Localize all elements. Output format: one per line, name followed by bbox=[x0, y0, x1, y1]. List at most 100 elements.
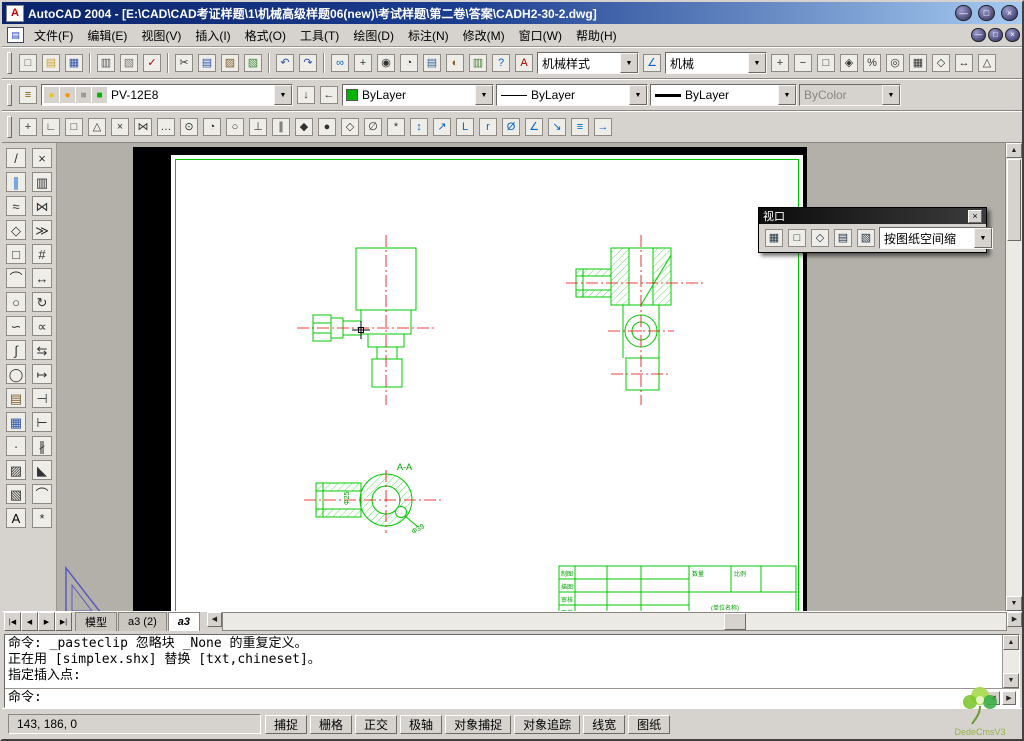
copy-object-button[interactable]: ▥ bbox=[30, 170, 54, 194]
chevron-down-icon[interactable]: ▼ bbox=[475, 85, 493, 105]
snap-apparent-intersection-button[interactable]: ⋈ bbox=[132, 116, 154, 138]
extend-button[interactable]: ⊢ bbox=[30, 410, 54, 434]
chamfer-button[interactable]: ◣ bbox=[30, 458, 54, 482]
rectangle-button[interactable]: □ bbox=[4, 242, 28, 266]
snap-quadrant-button[interactable]: ◔ bbox=[201, 116, 223, 138]
chevron-down-icon[interactable]: ▼ bbox=[778, 85, 796, 105]
clip-existing-viewport-button[interactable]: ▧ bbox=[855, 227, 877, 249]
paste-button[interactable]: ▨ bbox=[219, 52, 241, 74]
zoom-all-button[interactable]: ▦ bbox=[907, 52, 929, 74]
layer-color-icon[interactable]: ■ bbox=[92, 87, 107, 103]
make-object-layer-current-button[interactable]: ↓ bbox=[295, 84, 317, 106]
polygonal-viewport-button[interactable]: ◇ bbox=[809, 227, 831, 249]
dim-style-manager-button[interactable]: ∠ bbox=[641, 52, 663, 74]
dim-style-combo[interactable]: 机械 ▼ bbox=[665, 52, 767, 74]
scroll-down-icon[interactable]: ▼ bbox=[1006, 596, 1022, 611]
scroll-down-icon[interactable]: ▼ bbox=[1003, 673, 1019, 688]
undo-button[interactable]: ↶ bbox=[274, 52, 296, 74]
layout-canvas[interactable]: A-A Φ39 Φ25 制图 描图 审核 工艺 数量 比例 (单位名称) bbox=[57, 143, 1006, 611]
close-icon[interactable]: × bbox=[968, 210, 982, 223]
menu-item-0[interactable]: 文件(F) bbox=[27, 26, 80, 45]
command-scroll-track[interactable] bbox=[1003, 650, 1019, 673]
minimize-button[interactable]: — bbox=[955, 5, 972, 21]
zoom-scale-button[interactable]: % bbox=[861, 52, 883, 74]
zoom-previous-button[interactable]: ◔ bbox=[398, 52, 420, 74]
toolbar-grip[interactable] bbox=[7, 84, 12, 106]
chevron-down-icon[interactable]: ▼ bbox=[620, 53, 638, 73]
trim-button[interactable]: ⊣ bbox=[30, 386, 54, 410]
quick-leader-button[interactable]: ↘ bbox=[546, 116, 568, 138]
move-button[interactable]: ↔ bbox=[30, 266, 54, 290]
restore-button[interactable]: □ bbox=[978, 5, 995, 21]
menu-item-5[interactable]: 工具(T) bbox=[293, 26, 346, 45]
point-button[interactable]: · bbox=[4, 434, 28, 458]
dim-ordinate-button[interactable]: L bbox=[454, 116, 476, 138]
dim-baseline-button[interactable]: ≡ bbox=[569, 116, 591, 138]
status-toggle-5[interactable]: 对象追踪 bbox=[514, 715, 580, 734]
spell-check-button[interactable]: ✓ bbox=[141, 52, 163, 74]
command-prompt[interactable]: 命令: bbox=[8, 690, 42, 706]
hatch-button[interactable]: ▨ bbox=[4, 458, 28, 482]
tab-scroll-2[interactable]: ▶ bbox=[38, 612, 55, 631]
snap-from-button[interactable]: ∟ bbox=[40, 116, 62, 138]
make-block-button[interactable]: ▦ bbox=[4, 410, 28, 434]
toolbar-grip[interactable] bbox=[7, 116, 12, 138]
tab-scroll-0[interactable]: |◀ bbox=[4, 612, 21, 631]
layer-previous-button[interactable]: ← bbox=[318, 84, 340, 106]
lineweight-combo[interactable]: ByLayer ▼ bbox=[650, 84, 797, 106]
snap-perpendicular-button[interactable]: ⊥ bbox=[247, 116, 269, 138]
status-toggle-7[interactable]: 图纸 bbox=[628, 715, 670, 734]
toolbar-grip[interactable] bbox=[7, 52, 12, 74]
snap-midpoint-button[interactable]: △ bbox=[86, 116, 108, 138]
plot-button[interactable]: ▥ bbox=[95, 52, 117, 74]
dim-aligned-button[interactable]: ↗ bbox=[431, 116, 453, 138]
hscroll-thumb[interactable] bbox=[724, 613, 746, 630]
insert-block-button[interactable]: ▤ bbox=[4, 386, 28, 410]
doc-restore-button[interactable]: □ bbox=[988, 28, 1003, 42]
menu-item-4[interactable]: 格式(O) bbox=[238, 26, 293, 45]
layer-lock-icon[interactable]: ■ bbox=[76, 87, 91, 103]
polyline-button[interactable]: ≈ bbox=[4, 194, 28, 218]
design-center-button[interactable]: ◐ bbox=[444, 52, 466, 74]
prompt-scroll-left-icon[interactable]: ◀ bbox=[986, 691, 1000, 705]
status-toggle-2[interactable]: 正交 bbox=[355, 715, 397, 734]
chevron-down-icon[interactable]: ▼ bbox=[274, 85, 292, 105]
new-file-button[interactable]: □ bbox=[17, 52, 39, 74]
dim-linear-button[interactable]: ↕ bbox=[408, 116, 430, 138]
menu-item-6[interactable]: 绘图(D) bbox=[346, 26, 401, 45]
copy-button[interactable]: ▤ bbox=[196, 52, 218, 74]
vertical-scrollbar[interactable]: ▲ ▼ bbox=[1005, 143, 1022, 611]
snap-none-button[interactable]: ∅ bbox=[362, 116, 384, 138]
doc-close-button[interactable]: × bbox=[1005, 28, 1020, 42]
text-style-button[interactable]: A bbox=[513, 52, 535, 74]
snap-insert-button[interactable]: ◆ bbox=[293, 116, 315, 138]
status-toggle-6[interactable]: 线宽 bbox=[583, 715, 625, 734]
fillet-button[interactable]: ⌒ bbox=[30, 482, 54, 506]
chevron-down-icon[interactable]: ▼ bbox=[629, 85, 647, 105]
zoom-realtime-button[interactable]: ◉ bbox=[375, 52, 397, 74]
zoom-dynamic-button[interactable]: ◈ bbox=[838, 52, 860, 74]
coordinate-readout[interactable]: 143, 186, 0 bbox=[8, 714, 261, 734]
status-toggle-1[interactable]: 栅格 bbox=[310, 715, 352, 734]
scroll-left-icon[interactable]: ◀ bbox=[207, 612, 222, 627]
ellipse-button[interactable]: ◯ bbox=[4, 362, 28, 386]
status-toggle-3[interactable]: 极轴 bbox=[400, 715, 442, 734]
tab-scroll-1[interactable]: ◀ bbox=[21, 612, 38, 631]
doc-minimize-button[interactable]: — bbox=[971, 28, 986, 42]
layout-tab-0[interactable]: 模型 bbox=[75, 612, 117, 631]
rotate-button[interactable]: ↻ bbox=[30, 290, 54, 314]
layer-properties-manager-button[interactable]: ≡ bbox=[17, 84, 39, 106]
menu-item-10[interactable]: 帮助(H) bbox=[569, 26, 624, 45]
snap-center-button[interactable]: ⊙ bbox=[178, 116, 200, 138]
save-button[interactable]: ▦ bbox=[63, 52, 85, 74]
vscroll-thumb[interactable] bbox=[1007, 159, 1021, 241]
zoom-extents-button[interactable]: ◇ bbox=[930, 52, 952, 74]
pan-button[interactable]: ↔ bbox=[953, 52, 975, 74]
multiline-text-button[interactable]: A bbox=[4, 506, 28, 530]
lengthen-button[interactable]: ↦ bbox=[30, 362, 54, 386]
tab-scroll-3[interactable]: ▶| bbox=[55, 612, 72, 631]
insert-hyperlink-button[interactable]: ∞ bbox=[329, 52, 351, 74]
aerial-view-button[interactable]: △ bbox=[976, 52, 998, 74]
offset-button[interactable]: ≫ bbox=[30, 218, 54, 242]
snap-intersection-button[interactable]: × bbox=[109, 116, 131, 138]
